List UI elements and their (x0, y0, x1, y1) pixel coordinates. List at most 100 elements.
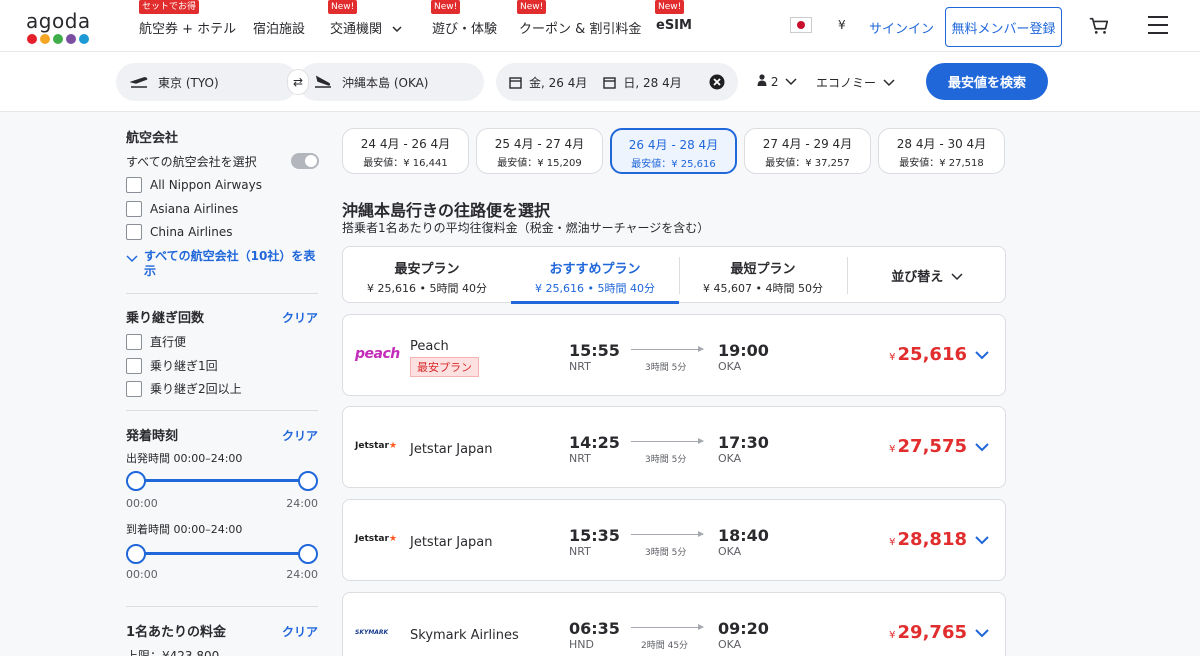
nav-transport-label: 交通機関 (330, 22, 383, 37)
sort-dropdown[interactable]: 並び替え (847, 247, 1007, 304)
sort-tab-title: 最安プラン (394, 262, 460, 277)
currency-selector[interactable]: ¥ (838, 18, 846, 32)
checkbox[interactable] (126, 380, 142, 397)
nav-activities[interactable]: 遊び・体験 (432, 18, 497, 37)
chevron-down-icon[interactable] (973, 346, 991, 364)
flight-price: ¥27,575 (889, 436, 967, 457)
search-button[interactable]: 最安値を検索 (926, 63, 1048, 100)
select-all-airlines-toggle[interactable] (291, 153, 319, 169)
arrival-time: 09:20 (718, 619, 769, 638)
agoda-logo[interactable]: agoda (26, 9, 90, 45)
times-clear-link[interactable]: クリア (282, 427, 318, 444)
checkbox[interactable] (126, 333, 142, 350)
date-tab-price: 最安値：¥ 37,257 (765, 158, 850, 169)
destination-field[interactable]: 沖縄本島 (OKA) (298, 63, 484, 101)
sort-tab-recommended[interactable]: おすすめプラン ¥ 25,616 • 5時間 40分 (511, 247, 679, 304)
person-icon (757, 74, 767, 86)
flight-card[interactable]: Jetstar★ Jetstar Japan 15:35 NRT 3時間 5分 … (342, 499, 1006, 581)
departure-airport: NRT (569, 452, 591, 465)
cheapest-plan-badge: 最安プラン (410, 357, 479, 377)
date-tab-price: 最安値：¥ 27,518 (899, 158, 984, 169)
stops-option[interactable]: 乗り継ぎ1回 (126, 357, 218, 374)
arrival-time: 19:00 (718, 341, 769, 360)
passenger-selector[interactable]: 2 (757, 74, 797, 89)
page-subtitle: 搭乗者1名あたりの平均往復料金（税金・燃油サーチャージを含む） (342, 221, 710, 235)
nav-transport[interactable]: 交通機関 (330, 18, 402, 37)
calendar-icon (509, 76, 522, 89)
clear-dates-icon[interactable] (709, 74, 725, 90)
price-clear-link[interactable]: クリア (282, 623, 318, 640)
airline-name: Peach (410, 339, 449, 354)
signup-button[interactable]: 無料メンバー登録 (945, 7, 1062, 47)
sort-tab-fastest[interactable]: 最短プラン ¥ 45,607 • 4時間 50分 (679, 247, 847, 304)
date-tab[interactable]: 27 4月 - 29 4月 最安値：¥ 37,257 (744, 128, 871, 174)
stops-option[interactable]: 乗り継ぎ2回以上 (126, 380, 242, 397)
arrive-time-max-handle[interactable] (298, 544, 318, 564)
airline-option[interactable]: All Nippon Airways (126, 177, 262, 193)
depart-time-min-label: 00:00 (126, 497, 158, 510)
price-max-label: 上限：¥423,800 (126, 649, 220, 656)
show-all-airlines-text: すべての航空会社（10社）を表示 (144, 249, 316, 278)
sort-tabs: 最安プラン ¥ 25,616 • 5時間 40分 おすすめプラン ¥ 25,61… (342, 246, 1007, 304)
airline-name: Jetstar Japan (410, 442, 493, 457)
chevron-down-icon[interactable] (973, 531, 991, 549)
chevron-down-icon[interactable] (973, 438, 991, 456)
stops-filter-title: 乗り継ぎ回数 (126, 311, 205, 326)
nav-coupons[interactable]: クーポン & 割引料金 (519, 18, 641, 37)
cabin-selector[interactable]: エコノミー (816, 74, 895, 91)
nav-esim[interactable]: eSIM (656, 18, 692, 33)
checkbox[interactable] (126, 224, 142, 240)
chevron-down-icon (951, 273, 963, 281)
skymark-logo: SKYMARK (355, 629, 389, 636)
times-filter-title: 発着時刻 (126, 429, 179, 444)
checkbox[interactable] (126, 357, 142, 374)
japan-flag-icon[interactable] (790, 17, 812, 33)
date-tab-price: 最安値：¥ 25,616 (631, 159, 716, 170)
swap-icon[interactable]: ⇄ (287, 69, 309, 95)
stops-option-label: 乗り継ぎ2回以上 (150, 382, 242, 396)
flight-card[interactable]: peach Peach 最安プラン 15:55 NRT 3時間 5分 19:00… (342, 314, 1006, 396)
checkbox[interactable] (126, 177, 142, 193)
select-all-airlines-label: すべての航空会社を選択 (126, 155, 257, 169)
stops-option[interactable]: 直行便 (126, 333, 186, 350)
origin-field[interactable]: 東京 (TYO) (116, 63, 298, 101)
hamburger-menu-icon[interactable] (1148, 16, 1168, 34)
cart-icon[interactable] (1088, 15, 1110, 37)
chevron-down-icon (126, 255, 138, 263)
logo-text: agoda (26, 9, 91, 33)
page-title: 沖縄本島行きの往路便を選択 (342, 201, 551, 220)
date-tab[interactable]: 28 4月 - 30 4月 最安値：¥ 27,518 (878, 128, 1005, 174)
flight-card[interactable]: SKYMARK Skymark Airlines 06:35 HND 2時間 4… (342, 592, 1006, 656)
signin-link[interactable]: サインイン (869, 18, 934, 37)
airline-option-label: All Nippon Airways (150, 178, 262, 192)
jetstar-logo: Jetstar★ (355, 534, 398, 544)
flight-card[interactable]: Jetstar★ Jetstar Japan 14:25 NRT 3時間 5分 … (342, 406, 1006, 488)
date-tab-selected[interactable]: 26 4月 - 28 4月 最安値：¥ 25,616 (610, 128, 737, 174)
sort-tab-cheapest[interactable]: 最安プラン ¥ 25,616 • 5時間 40分 (343, 247, 511, 304)
show-all-airlines-link[interactable]: すべての航空会社（10社）を表示 (126, 249, 316, 279)
sort-tab-detail: ¥ 25,616 • 5時間 40分 (367, 282, 487, 295)
checkbox[interactable] (126, 201, 142, 217)
airline-option-label: China Airlines (150, 225, 233, 239)
airline-name: Jetstar Japan (410, 535, 493, 550)
depart-time-min-handle[interactable] (126, 471, 146, 491)
cabin-text: エコノミー (816, 76, 877, 90)
date-field[interactable]: 金, 26 4月 日, 28 4月 (496, 63, 738, 101)
arrive-time-min-handle[interactable] (126, 544, 146, 564)
chevron-down-icon[interactable] (973, 624, 991, 642)
divider (126, 293, 318, 294)
depart-time-max-handle[interactable] (298, 471, 318, 491)
date-tab[interactable]: 25 4月 - 27 4月 最安値：¥ 15,209 (476, 128, 603, 174)
date-tab[interactable]: 24 4月 - 26 4月 最安値：¥ 16,441 (342, 128, 469, 174)
stops-clear-link[interactable]: クリア (282, 309, 318, 326)
nav-flight-hotel[interactable]: 航空券 + ホテル (139, 18, 236, 37)
origin-text: 東京 (TYO) (158, 75, 219, 90)
nav-accommodation[interactable]: 宿泊施設 (253, 18, 305, 37)
divider (126, 606, 318, 607)
divider (126, 410, 318, 411)
arrival-airport: OKA (718, 545, 742, 558)
airline-option[interactable]: Asiana Airlines (126, 201, 238, 217)
airline-option[interactable]: China Airlines (126, 224, 232, 240)
flight-price: ¥28,818 (889, 529, 967, 550)
arrive-time-min-label: 00:00 (126, 568, 158, 581)
